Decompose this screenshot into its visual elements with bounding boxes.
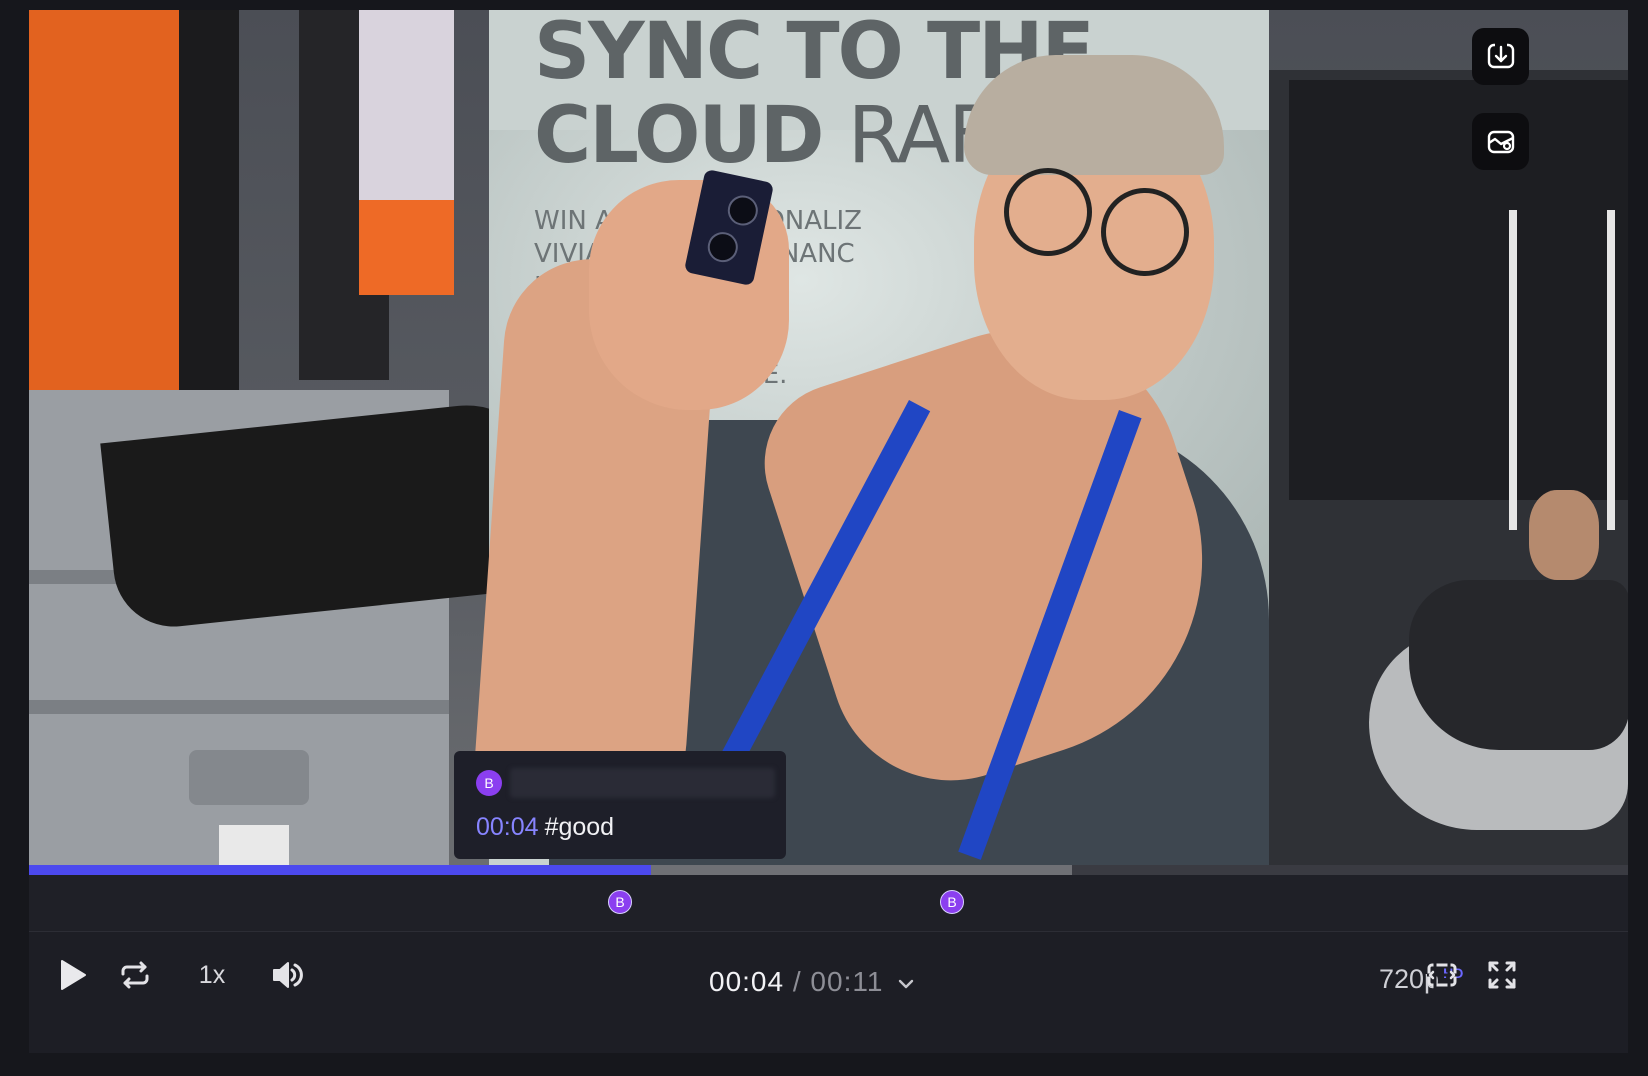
fullscreen-icon: [1488, 961, 1516, 989]
screen-display-stripe: [359, 200, 454, 295]
download-button[interactable]: [1472, 28, 1529, 85]
playback-speed-button[interactable]: 1x: [195, 952, 229, 998]
volume-icon: [273, 962, 303, 988]
comment-marker[interactable]: B: [608, 890, 632, 914]
flat-cap: [964, 55, 1224, 175]
download-tray-icon: [1487, 42, 1514, 68]
aspect-ratio-button[interactable]: [1424, 952, 1460, 998]
crate-edge: [29, 700, 449, 714]
camera-toggle-button[interactable]: [1472, 113, 1529, 170]
truss: [179, 10, 239, 400]
loop-icon: [121, 961, 149, 989]
seated-person-head: [1529, 490, 1599, 580]
video-scene: SYNC TO THE CLOUD RAFFLE WIN A ▒▒▒, PERS…: [29, 10, 1628, 906]
comment-popover[interactable]: B 00:04 #good: [454, 751, 786, 859]
white-truss: [1509, 210, 1615, 530]
time-separator: /: [792, 966, 802, 997]
progress-bar[interactable]: [29, 865, 1628, 875]
play-icon: [61, 960, 86, 990]
camera-toggle-icon: [1487, 130, 1514, 153]
barcode-label: [219, 825, 289, 870]
control-bar: 1x 00:04 / 00:11 720p HD: [29, 932, 1628, 1053]
glasses-lens: [1004, 168, 1092, 256]
comment-content: 00:04 #good: [476, 813, 614, 842]
crate-handle: [189, 750, 309, 805]
time-display[interactable]: 00:04 / 00:11: [709, 966, 914, 998]
seated-person: [1409, 580, 1628, 750]
avatar: B: [476, 770, 502, 796]
play-button[interactable]: [53, 952, 93, 998]
volume-button[interactable]: [269, 952, 305, 998]
glasses-lens: [1101, 188, 1189, 276]
duration: 00:11: [810, 966, 884, 997]
aspect-ratio-icon: [1427, 961, 1457, 989]
comment-markers-row: B B: [29, 875, 1628, 933]
chevron-down-icon: [899, 979, 914, 988]
orange-wall: [29, 10, 179, 390]
comment-marker[interactable]: B: [940, 890, 964, 914]
current-time: 00:04: [709, 966, 785, 997]
comment-text: #good: [544, 813, 615, 841]
progress-played: [29, 865, 651, 875]
commenter-name-redacted: [510, 768, 775, 798]
fullscreen-button[interactable]: [1484, 952, 1520, 998]
video-frame[interactable]: SYNC TO THE CLOUD RAFFLE WIN A ▒▒▒, PERS…: [29, 10, 1628, 906]
video-player: SYNC TO THE CLOUD RAFFLE WIN A ▒▒▒, PERS…: [29, 10, 1628, 1053]
comment-timestamp[interactable]: 00:04: [476, 813, 539, 841]
loop-button[interactable]: [117, 952, 153, 998]
